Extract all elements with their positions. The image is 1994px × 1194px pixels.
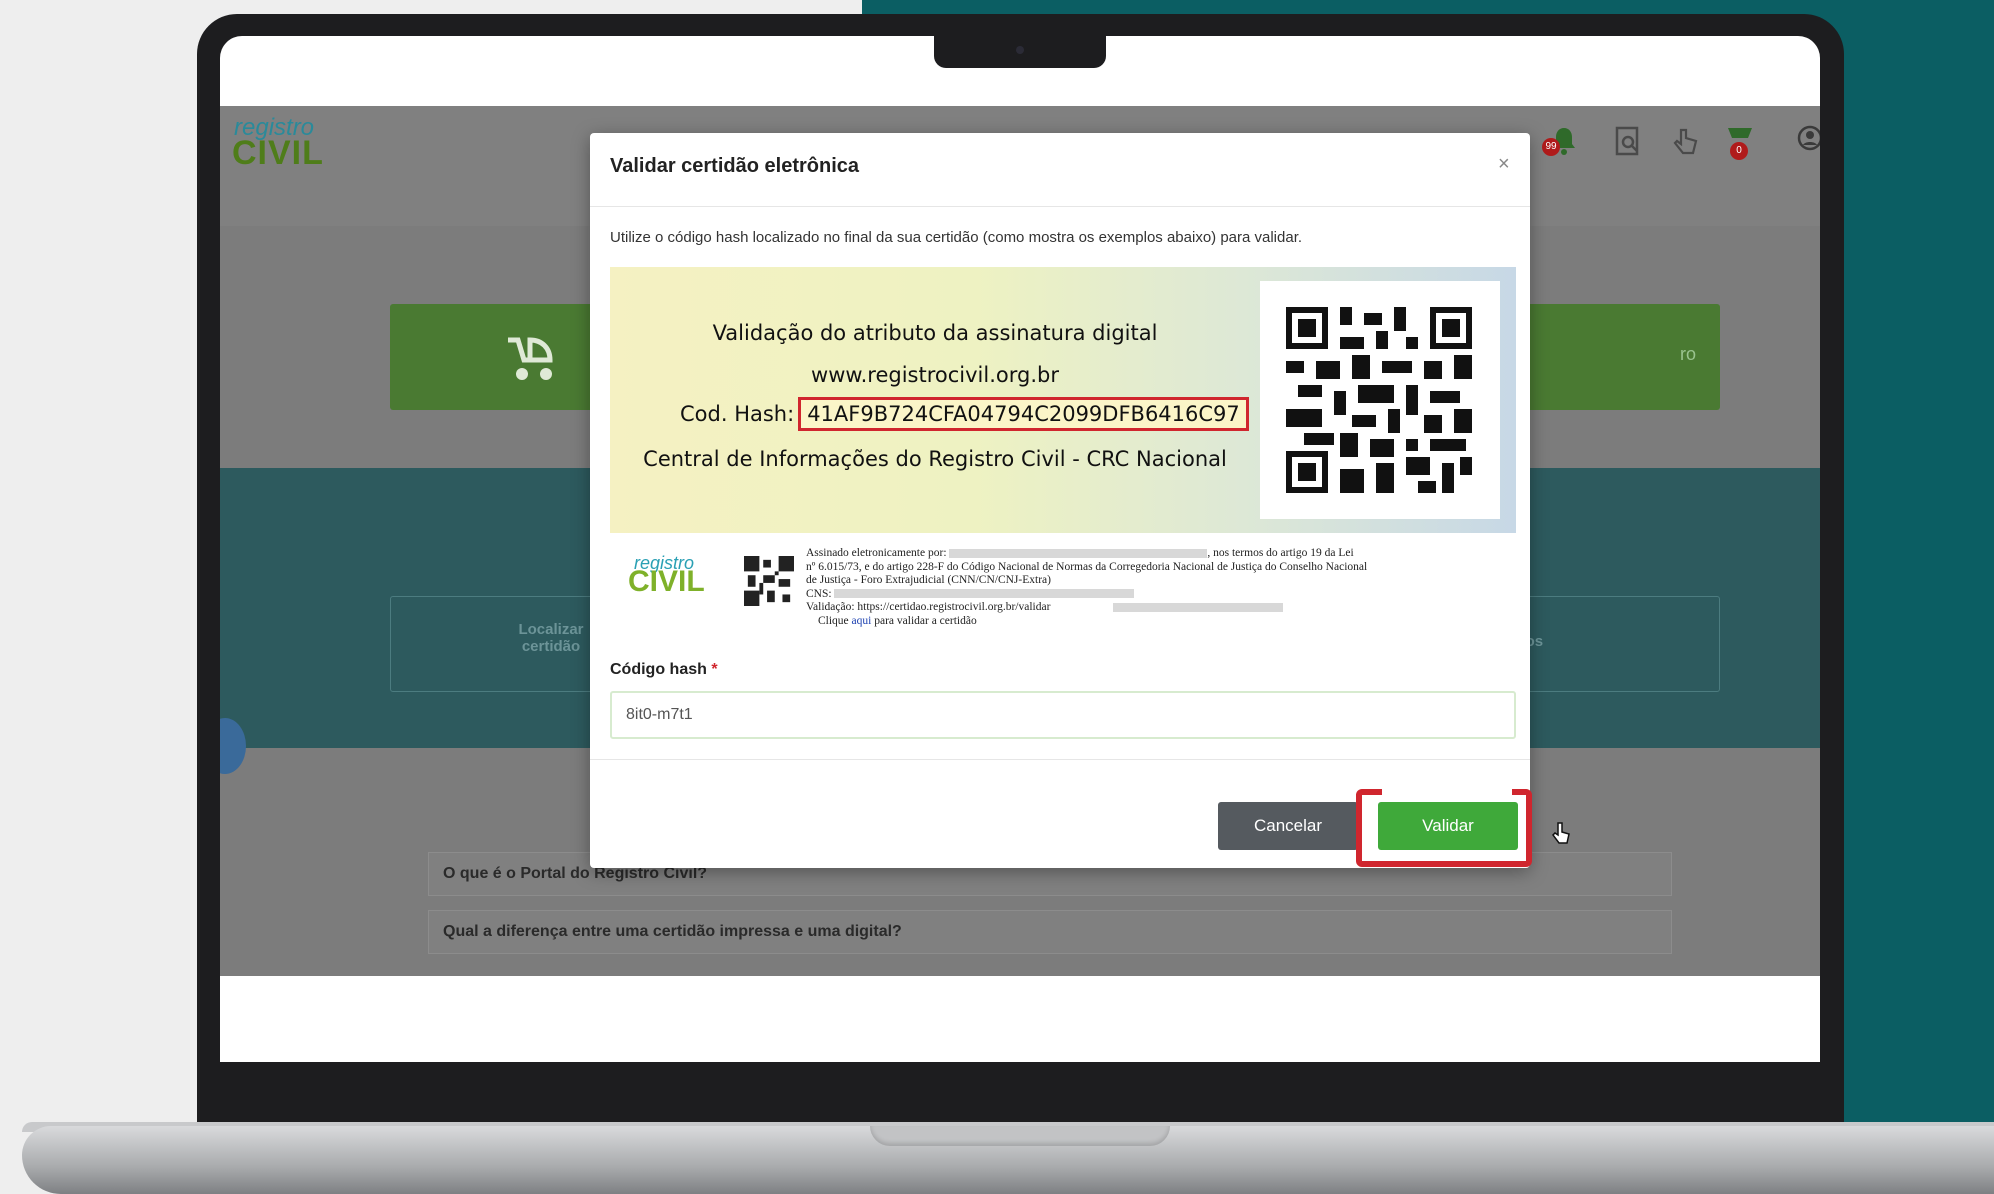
signature-line-4: Central de Informações do Registro Civil… <box>643 447 1227 471</box>
click-suffix: para validar a certidão <box>874 614 977 627</box>
hash-code-input[interactable] <box>610 691 1516 739</box>
laptop-screen: registro CIVIL 99 0 ro Localizar certidã… <box>220 106 1820 976</box>
modal-divider <box>590 206 1530 207</box>
notification-bell-icon[interactable]: 99 <box>1542 124 1582 164</box>
validate-button[interactable]: Validar <box>1378 802 1518 850</box>
cns-label: CNS: <box>806 587 832 600</box>
faq-item[interactable]: Qual a diferença entre uma certidão impr… <box>428 910 1672 954</box>
search-document-icon[interactable] <box>1610 124 1646 164</box>
terms-text: , nos termos do artigo 19 da Lei <box>1207 547 1354 559</box>
mini-registro-civil-logo: registro CIVIL <box>618 551 738 611</box>
hand-pointer-icon[interactable] <box>1668 124 1704 164</box>
camera-notch <box>934 36 1106 68</box>
hash-field-label: Código hash * <box>610 661 718 679</box>
qr-code-panel <box>1260 281 1500 519</box>
hash-value-highlight: 41AF9B724CFA04794C2099DFB6416C97 <box>798 397 1249 431</box>
laptop-hinge-notch <box>870 1126 1170 1146</box>
close-icon[interactable]: × <box>1498 153 1510 176</box>
cart-icon[interactable]: 0 <box>1722 124 1758 164</box>
cancel-button[interactable]: Cancelar <box>1218 802 1358 850</box>
redacted-code <box>1113 602 1284 612</box>
signed-by-text: Assinado eletronicamente por: <box>806 547 947 559</box>
signature-text-block: Validação do atributo da assinatura digi… <box>610 267 1260 533</box>
mini-qr-code-icon <box>744 556 794 606</box>
notification-badge: 99 <box>1542 138 1560 156</box>
logo-bottom-text: CIVIL <box>232 134 324 172</box>
signature-line-2: www.registrocivil.org.br <box>811 363 1059 387</box>
certificate-footer-example: registro CIVIL Assinado eletronicamente … <box>610 547 1516 627</box>
mini-logo-bottom: CIVIL <box>628 565 705 598</box>
signature-hash-row: Cod. Hash: 41AF9B724CFA04794C2099DFB6416C… <box>680 397 1249 431</box>
hash-field-label-text: Código hash <box>610 661 707 678</box>
header-icons: 99 0 <box>1542 124 1820 174</box>
click-prefix: Clique <box>818 614 849 627</box>
click-here-link[interactable]: aqui <box>852 615 872 627</box>
screen-bezel-bottom <box>220 976 1820 1062</box>
pointer-cursor-icon <box>1552 821 1570 851</box>
redacted-name <box>949 548 1208 558</box>
baby-stroller-icon <box>500 326 560 399</box>
registro-civil-logo[interactable]: registro CIVIL <box>220 114 360 174</box>
modal-footer-divider <box>590 759 1530 760</box>
validation-url: Validação: https://certidao.registrocivi… <box>806 601 1051 613</box>
required-marker: * <box>711 661 718 678</box>
qr-code-icon <box>1286 307 1472 493</box>
redacted-cns <box>834 589 1135 599</box>
validate-certificate-modal: Validar certidão eletrônica × Utilize o … <box>590 133 1570 868</box>
modal-instructions: Utilize o código hash localizado no fina… <box>610 229 1303 246</box>
banner-right-text: ro <box>1680 344 1697 364</box>
certificate-legal-text: Assinado eletronicamente por: , nos term… <box>806 547 1506 628</box>
signature-example-image: Validação do atributo da assinatura digi… <box>610 267 1516 533</box>
legal-line-3: de Justiça - Foro Extrajudicial (CNN/CN/… <box>806 574 1051 586</box>
cart-badge: 0 <box>1730 142 1748 160</box>
legal-line-2: nº 6.015/73, e do artigo 228-F do Código… <box>806 560 1368 573</box>
modal-title: Validar certidão eletrônica <box>610 155 859 177</box>
hash-label: Cod. Hash: <box>680 402 795 426</box>
user-account-icon[interactable] <box>1792 124 1820 164</box>
signature-line-1: Validação do atributo da assinatura digi… <box>712 321 1158 345</box>
